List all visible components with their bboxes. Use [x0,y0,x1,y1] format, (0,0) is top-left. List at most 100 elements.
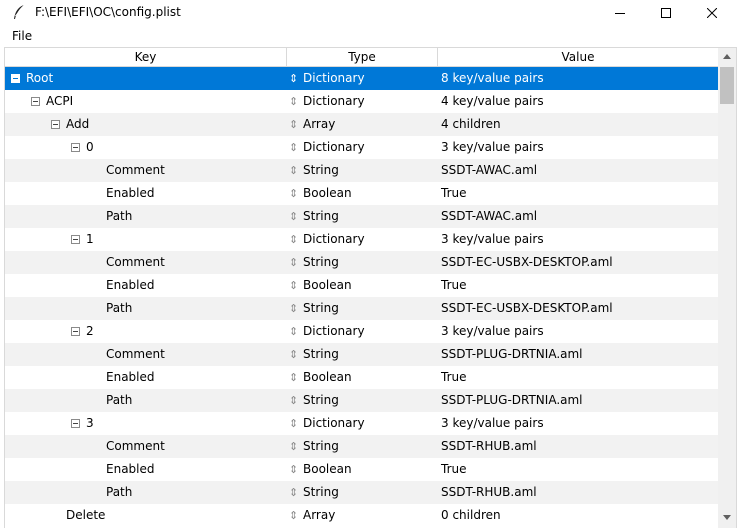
type-updown-icon[interactable]: ⇕ [289,90,303,113]
row-type[interactable]: String [303,255,339,269]
type-updown-icon[interactable]: ⇕ [289,320,303,343]
tree-row[interactable]: Enabled ⇕ Boolean True [5,182,718,205]
column-header-key[interactable]: Key [5,48,287,67]
row-value[interactable]: 3 key/value pairs [441,228,544,251]
row-value[interactable]: SSDT-RHUB.aml [441,435,537,458]
collapse-toggle[interactable] [71,327,80,336]
menu-file[interactable]: File [12,29,32,44]
type-updown-icon[interactable]: ⇕ [289,366,303,389]
row-value[interactable]: 4 children [441,113,501,136]
type-updown-icon[interactable]: ⇕ [289,458,303,481]
type-updown-icon[interactable]: ⇕ [289,274,303,297]
type-updown-icon[interactable]: ⇕ [289,182,303,205]
collapse-toggle[interactable] [71,143,80,152]
tree-row[interactable]: 3 ⇕ Dictionary 3 key/value pairs [5,412,718,435]
tree-row[interactable]: Path ⇕ String SSDT-RHUB.aml [5,481,718,504]
close-button[interactable] [689,0,735,25]
scroll-thumb[interactable] [720,67,734,104]
tree-row[interactable]: Comment ⇕ String SSDT-PLUG-DRTNIA.aml [5,343,718,366]
tree-row[interactable]: 1 ⇕ Dictionary 3 key/value pairs [5,228,718,251]
type-updown-icon[interactable]: ⇕ [289,504,303,527]
tree-row[interactable]: Comment ⇕ String SSDT-RHUB.aml [5,435,718,458]
tree-row-root[interactable]: Root ⇕ Dictionary 8 key/value pairs [5,67,718,90]
tree-row[interactable]: 2 ⇕ Dictionary 3 key/value pairs [5,320,718,343]
row-type[interactable]: String [303,439,339,453]
row-type[interactable]: Boolean [303,462,352,476]
tree-row[interactable]: Enabled ⇕ Boolean True [5,458,718,481]
collapse-toggle[interactable] [71,419,80,428]
row-type[interactable]: Boolean [303,278,352,292]
tree-row[interactable]: Add ⇕ Array 4 children [5,113,718,136]
row-type[interactable]: Boolean [303,370,352,384]
type-updown-icon[interactable]: ⇕ [289,343,303,366]
minimize-button[interactable] [597,0,643,25]
row-value[interactable]: True [441,458,467,481]
row-value[interactable]: SSDT-EC-USBX-DESKTOP.aml [441,297,613,320]
row-value[interactable]: SSDT-RHUB.aml [441,481,537,504]
collapse-toggle[interactable] [71,235,80,244]
row-type[interactable]: String [303,393,339,407]
tree-row[interactable]: Comment ⇕ String SSDT-EC-USBX-DESKTOP.aml [5,251,718,274]
row-type[interactable]: Dictionary [303,232,365,246]
tree-row[interactable]: ACPI ⇕ Dictionary 4 key/value pairs [5,90,718,113]
type-updown-icon[interactable]: ⇕ [289,412,303,435]
scroll-up-button[interactable] [718,48,736,65]
row-type[interactable]: String [303,485,339,499]
maximize-button[interactable] [643,0,689,25]
plist-tree[interactable]: Key Type Value Root ⇕ Dictionary 8 key/va… [4,47,737,528]
type-updown-icon[interactable]: ⇕ [289,205,303,228]
row-type[interactable]: String [303,209,339,223]
row-value[interactable]: SSDT-PLUG-DRTNIA.aml [441,389,583,412]
tree-row[interactable]: Delete ⇕ Array 0 children [5,504,718,527]
row-type[interactable]: String [303,347,339,361]
row-value[interactable]: 0 children [441,504,501,527]
row-value[interactable]: 3 key/value pairs [441,136,544,159]
row-type[interactable]: Dictionary [303,140,365,154]
row-value[interactable]: True [441,274,467,297]
row-type[interactable]: Array [303,117,335,131]
row-type[interactable]: Boolean [303,186,352,200]
row-value[interactable]: True [441,366,467,389]
row-value[interactable]: True [441,182,467,205]
type-updown-icon[interactable]: ⇕ [289,228,303,251]
type-updown-icon[interactable]: ⇕ [289,481,303,504]
row-type[interactable]: String [303,301,339,315]
type-updown-icon[interactable]: ⇕ [289,159,303,182]
type-updown-icon[interactable]: ⇕ [289,136,303,159]
type-updown-icon[interactable]: ⇕ [289,67,303,90]
row-value[interactable]: SSDT-AWAC.aml [441,205,537,228]
collapse-toggle[interactable] [31,97,40,106]
tree-row[interactable]: Enabled ⇕ Boolean True [5,366,718,389]
row-type[interactable]: Dictionary [303,94,365,108]
type-updown-icon[interactable]: ⇕ [289,251,303,274]
column-header-type[interactable]: Type [287,48,438,67]
column-header-value[interactable]: Value [438,48,718,67]
row-type[interactable]: Dictionary [303,416,365,430]
collapse-toggle[interactable] [51,120,60,129]
row-type[interactable]: String [303,163,339,177]
collapse-toggle[interactable] [11,74,20,83]
row-value[interactable]: 3 key/value pairs [441,320,544,343]
tree-row[interactable]: 0 ⇕ Dictionary 3 key/value pairs [5,136,718,159]
row-type[interactable]: Dictionary [303,324,365,338]
row-value[interactable]: SSDT-PLUG-DRTNIA.aml [441,343,583,366]
tree-row[interactable]: Path ⇕ String SSDT-PLUG-DRTNIA.aml [5,389,718,412]
type-updown-icon[interactable]: ⇕ [289,435,303,458]
row-value[interactable]: 3 key/value pairs [441,412,544,435]
tree-row[interactable]: Enabled ⇕ Boolean True [5,274,718,297]
type-updown-icon[interactable]: ⇕ [289,389,303,412]
type-updown-icon[interactable]: ⇕ [289,297,303,320]
tree-row[interactable]: Path ⇕ String SSDT-EC-USBX-DESKTOP.aml [5,297,718,320]
row-key: Enabled [106,186,155,200]
row-value[interactable]: SSDT-EC-USBX-DESKTOP.aml [441,251,613,274]
tree-row[interactable]: Comment ⇕ String SSDT-AWAC.aml [5,159,718,182]
row-value[interactable]: 4 key/value pairs [441,90,544,113]
row-value[interactable]: 8 key/value pairs [441,67,544,90]
row-type[interactable]: Array [303,508,335,522]
tree-row[interactable]: Path ⇕ String SSDT-AWAC.aml [5,205,718,228]
type-updown-icon[interactable]: ⇕ [289,113,303,136]
vertical-scrollbar[interactable] [718,48,736,528]
row-value[interactable]: SSDT-AWAC.aml [441,159,537,182]
scroll-down-button[interactable] [718,509,736,526]
row-type[interactable]: Dictionary [303,71,365,85]
